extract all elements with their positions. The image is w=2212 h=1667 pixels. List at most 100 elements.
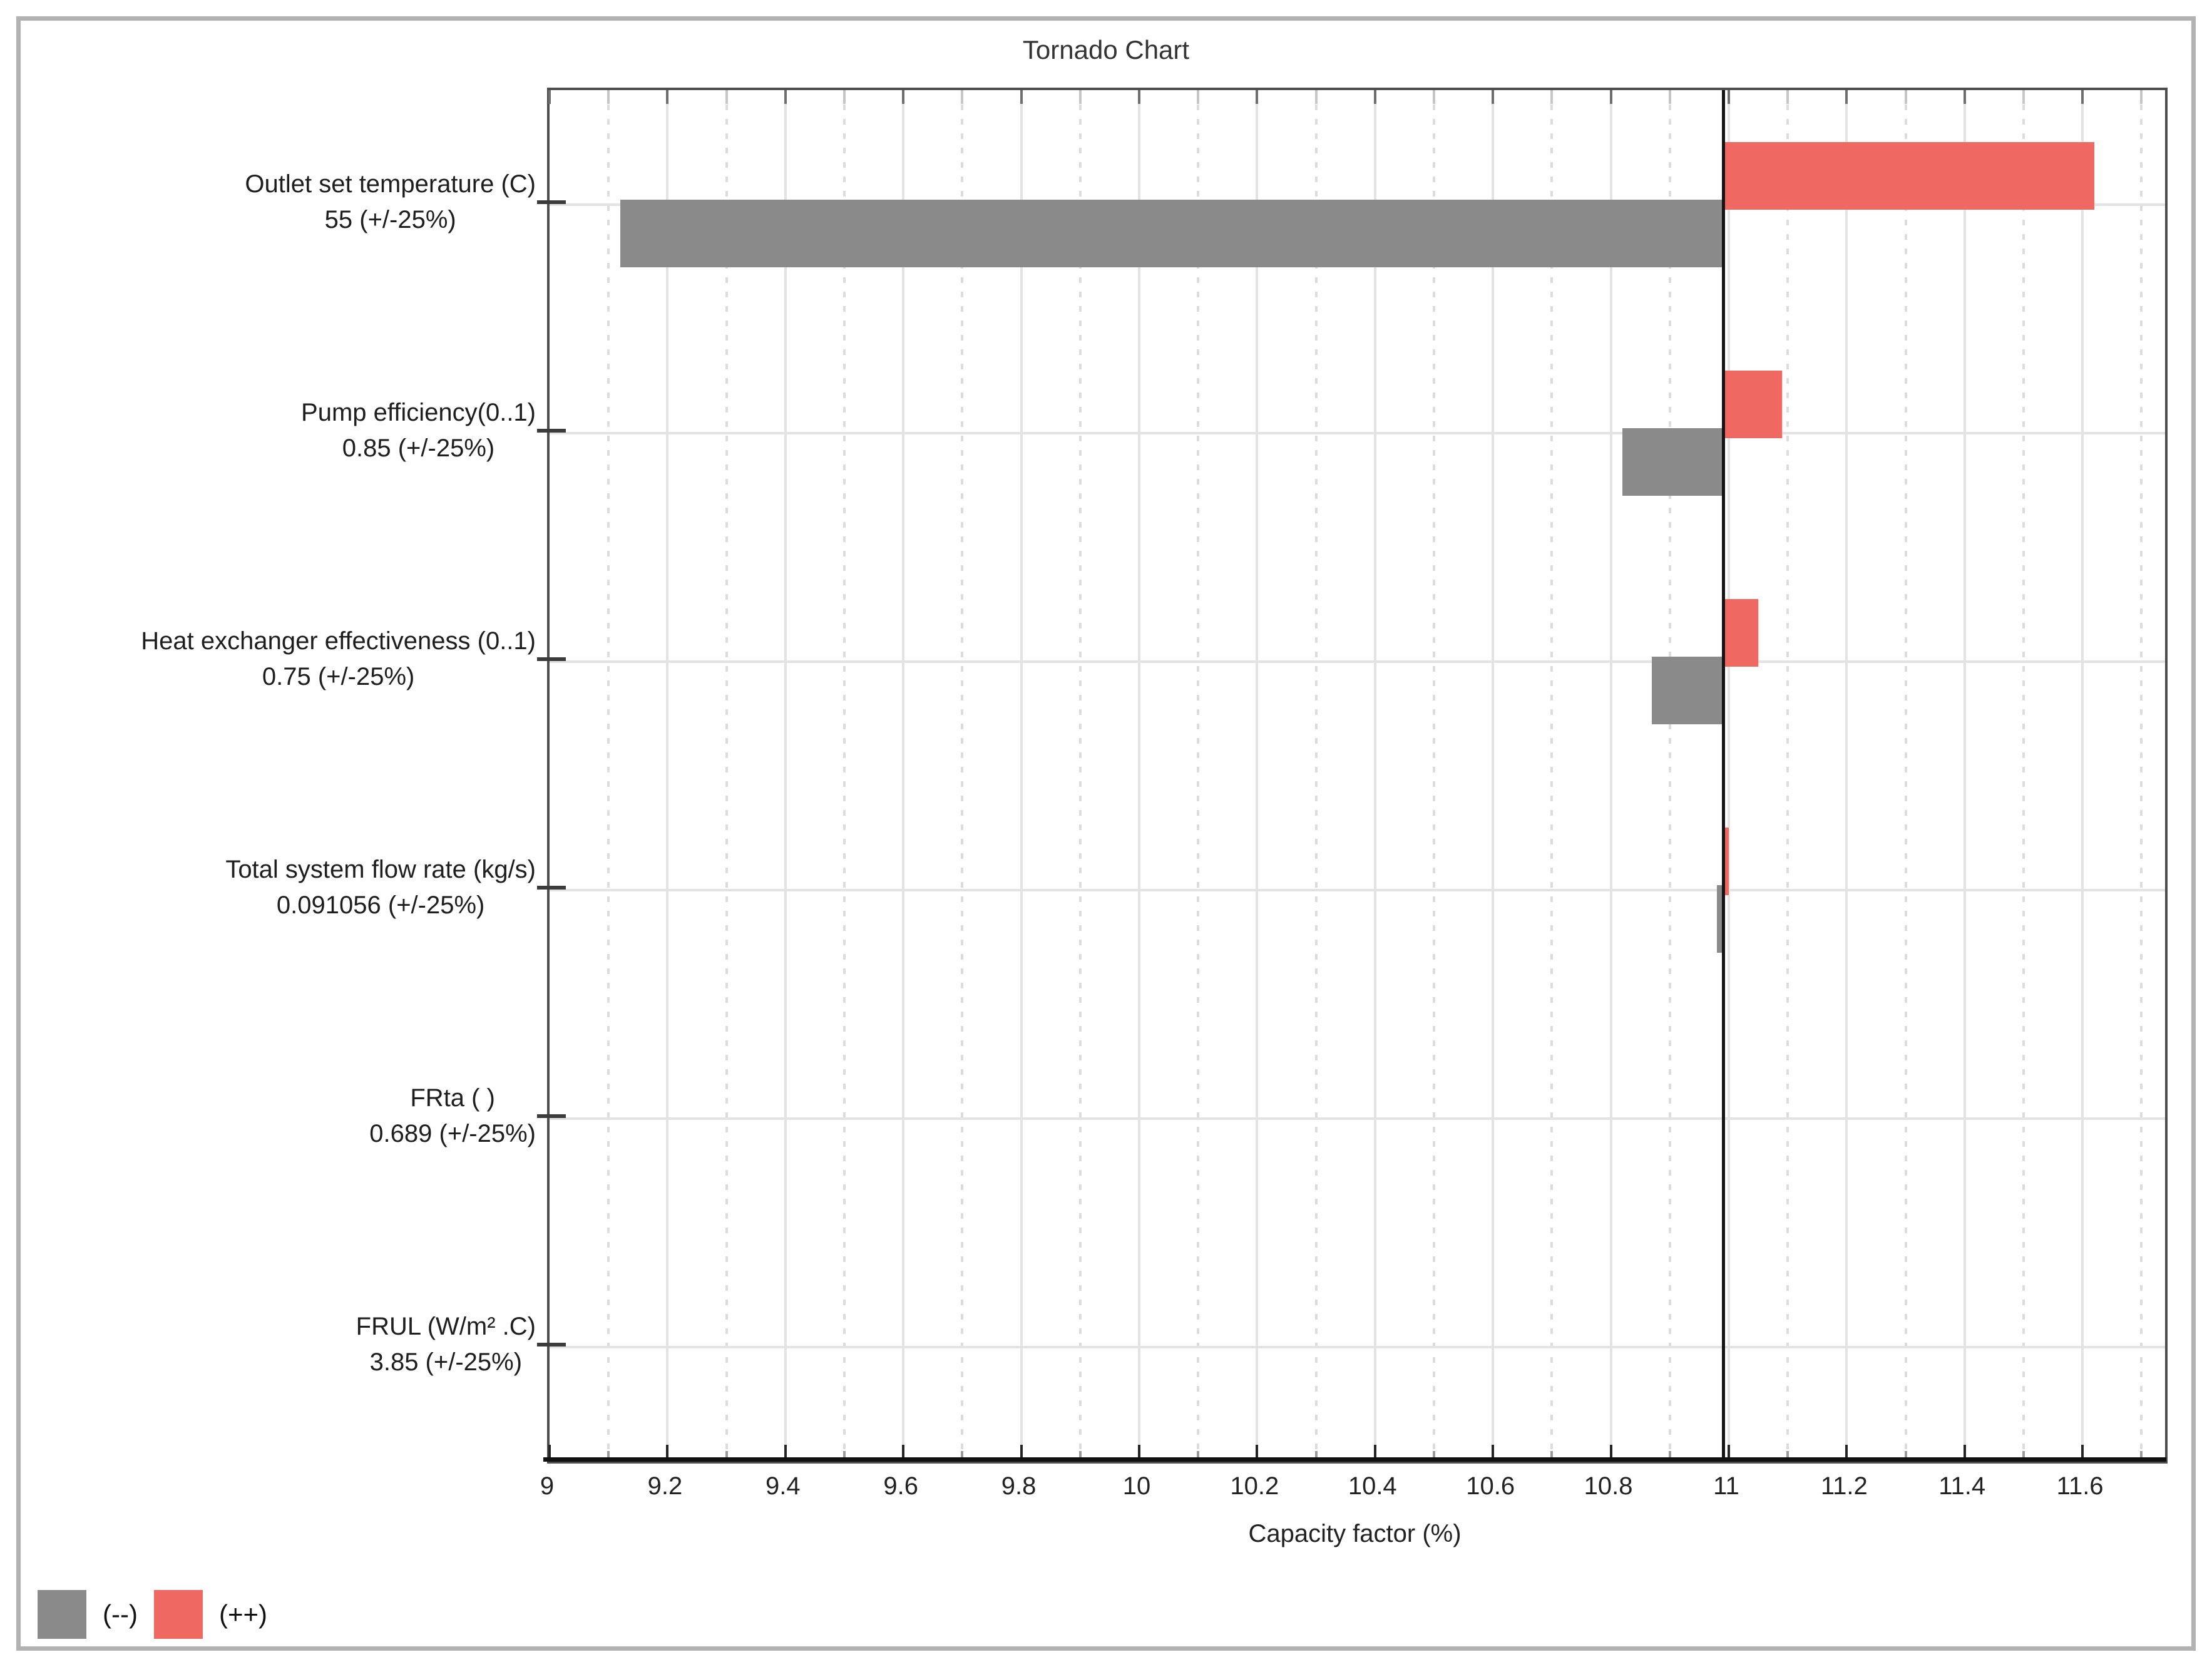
gridline-major <box>1845 90 1848 1461</box>
gridline-major <box>1138 90 1140 1461</box>
legend-label-minus: (--) <box>103 1599 138 1629</box>
y-tick <box>537 200 566 204</box>
gridline-minor <box>1905 90 1907 1461</box>
plot-area <box>547 88 2168 1464</box>
gridline-major <box>902 90 904 1461</box>
category-value: 0.85 (+/-25%) <box>301 431 536 466</box>
x-tick-label: 11 <box>1713 1472 1739 1500</box>
x-tick-top-major <box>1020 90 1023 104</box>
gridline-minor <box>1315 90 1318 1461</box>
x-tick-label: 9 <box>540 1472 554 1500</box>
x-axis-line <box>543 1457 2166 1462</box>
gridline-major <box>1610 90 1612 1461</box>
gridline-major <box>666 90 668 1461</box>
x-tick-top-minor <box>1197 90 1199 104</box>
x-tick-top-minor <box>2140 90 2143 104</box>
x-tick-label: 9.6 <box>883 1472 918 1500</box>
x-tick-top-major <box>2081 90 2084 104</box>
category-label: FRta ( )0.689 (+/-25%) <box>369 1080 536 1152</box>
x-tick-label: 10.8 <box>1584 1472 1633 1500</box>
bar-minus <box>1652 657 1723 724</box>
x-tick-label: 10.2 <box>1230 1472 1279 1500</box>
y-tick <box>537 1343 566 1346</box>
gridline-minor <box>1786 90 1789 1461</box>
category-value: 0.75 (+/-25%) <box>141 659 536 695</box>
x-tick-top-major <box>1610 90 1612 104</box>
gridline-major <box>2081 90 2084 1461</box>
category-name: Pump efficiency(0..1) <box>301 395 536 431</box>
x-tick-top-major <box>902 90 904 104</box>
bar-plus <box>1723 599 1759 667</box>
row-gridline <box>550 1346 2165 1348</box>
gridline-minor <box>843 90 846 1461</box>
x-tick-top-major <box>1374 90 1376 104</box>
gridline-minor <box>1197 90 1199 1461</box>
category-value: 55 (+/-25%) <box>245 202 536 238</box>
category-label: Total system flow rate (kg/s)0.091056 (+… <box>225 852 536 923</box>
category-name: Heat exchanger effectiveness (0..1) <box>141 623 536 659</box>
x-tick-top-major <box>1256 90 1258 104</box>
x-tick-top-minor <box>1315 90 1318 104</box>
gridline-minor <box>961 90 963 1461</box>
gridline-major <box>1964 90 1966 1461</box>
gridline-minor <box>1079 90 1082 1461</box>
row-gridline <box>550 1117 2165 1120</box>
gridline-minor <box>1433 90 1435 1461</box>
row-gridline <box>550 660 2165 663</box>
gridline-minor <box>2022 90 2025 1461</box>
x-tick-label: 10.6 <box>1466 1472 1515 1500</box>
legend: (--) (++) <box>38 1590 267 1639</box>
x-tick-label: 10.4 <box>1348 1472 1397 1500</box>
x-tick-top-minor <box>1079 90 1082 104</box>
category-label: Heat exchanger effectiveness (0..1)0.75 … <box>141 623 536 695</box>
x-tick-top-minor <box>1786 90 1789 104</box>
x-tick-top-minor <box>843 90 846 104</box>
x-tick-top-major <box>1845 90 1848 104</box>
x-axis-title: Capacity factor (%) <box>1248 1520 1461 1548</box>
gridline-minor <box>725 90 728 1461</box>
x-tick-top-major <box>1492 90 1494 104</box>
bar-plus <box>1723 371 1782 438</box>
x-tick-label: 9.8 <box>1001 1472 1037 1500</box>
x-tick-top-minor <box>961 90 963 104</box>
y-tick <box>537 657 566 661</box>
x-tick-label: 9.4 <box>765 1472 801 1500</box>
category-value: 0.689 (+/-25%) <box>369 1116 536 1152</box>
x-tick-top-minor <box>725 90 728 104</box>
x-tick-top-major <box>666 90 668 104</box>
gridline-minor <box>607 90 610 1461</box>
x-tick-top-major <box>548 90 551 104</box>
category-label: FRUL (W/m² .C)3.85 (+/-25%) <box>356 1309 536 1380</box>
bar-minus <box>1622 428 1723 496</box>
legend-swatch-plus <box>154 1590 203 1639</box>
x-tick-label: 11.6 <box>2057 1472 2104 1500</box>
gridline-major <box>1256 90 1258 1461</box>
gridline-minor <box>1550 90 1553 1461</box>
category-name: Outlet set temperature (C) <box>245 167 536 202</box>
category-name: Total system flow rate (kg/s) <box>225 852 536 888</box>
bar-minus <box>620 200 1723 267</box>
category-value: 3.85 (+/-25%) <box>356 1345 536 1380</box>
x-tick-label: 9.2 <box>648 1472 683 1500</box>
category-label: Pump efficiency(0..1)0.85 (+/-25%) <box>301 395 536 466</box>
x-tick-top-minor <box>1905 90 1907 104</box>
x-tick-top-minor <box>1550 90 1553 104</box>
x-tick-top-minor <box>2022 90 2025 104</box>
category-label: Outlet set temperature (C)55 (+/-25%) <box>245 167 536 238</box>
gridline-minor <box>1669 90 1671 1461</box>
x-tick-top-major <box>1964 90 1966 104</box>
gridline-major <box>784 90 787 1461</box>
legend-swatch-minus <box>38 1590 86 1639</box>
category-value: 0.091056 (+/-25%) <box>225 888 536 923</box>
x-tick-top-minor <box>1669 90 1671 104</box>
x-tick-label: 11.4 <box>1938 1472 1985 1500</box>
bar-plus <box>1723 142 2094 210</box>
x-tick-top-minor <box>607 90 610 104</box>
x-tick-label: 10 <box>1123 1472 1151 1500</box>
gridline-major <box>1020 90 1023 1461</box>
y-tick <box>537 886 566 890</box>
row-gridline <box>550 889 2165 891</box>
row-gridline <box>550 432 2165 434</box>
gridline-major <box>1492 90 1494 1461</box>
gridline-major <box>1374 90 1376 1461</box>
